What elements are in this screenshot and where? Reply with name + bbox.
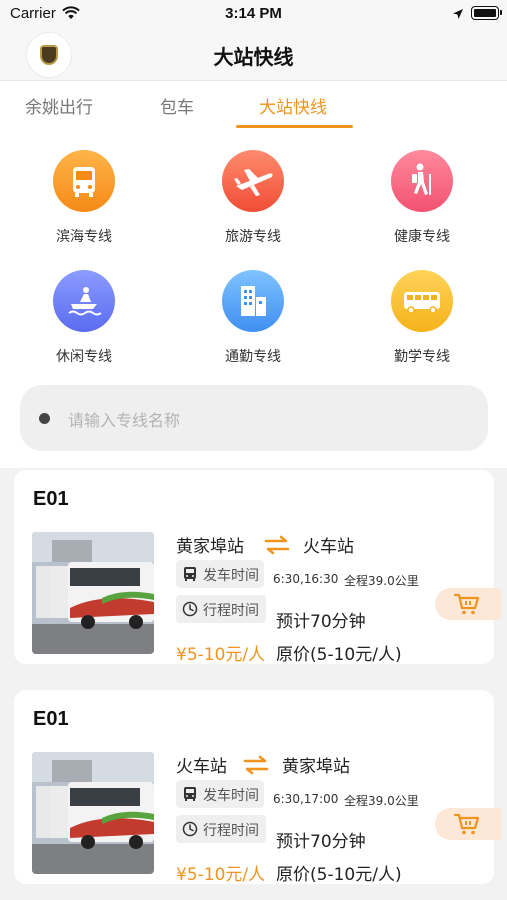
- departure-times: 6:30,16:30: [273, 572, 339, 586]
- tab-charter[interactable]: 包车: [160, 93, 194, 118]
- tab-bar: 余姚出行 包车 大站快线: [0, 81, 507, 128]
- add-to-cart-button[interactable]: [435, 808, 501, 840]
- price: ¥5-10元/人: [176, 865, 266, 885]
- category-label: 滨海专线: [56, 229, 112, 245]
- tab-yuyao-travel[interactable]: 余姚出行: [25, 93, 93, 118]
- category-study[interactable]: 勤学专线: [362, 270, 482, 366]
- battery-icon: [471, 6, 502, 20]
- clock: 3:14 PM: [225, 5, 282, 22]
- departure-station: 火车站: [176, 757, 227, 777]
- building-icon: [222, 270, 284, 332]
- location-arrow-icon: [453, 9, 463, 19]
- depart-time-label: 发车时间: [203, 568, 259, 584]
- route-distance: 全程39.0公里: [344, 574, 419, 588]
- category-label: 休闲专线: [56, 349, 112, 365]
- depart-time-tag: 发车时间: [176, 560, 264, 588]
- jet-ski-icon: [53, 270, 115, 332]
- bus-small-icon: [184, 787, 196, 801]
- search-input[interactable]: 请输入专线名称: [68, 407, 180, 431]
- search-bar[interactable]: 请输入专线名称: [20, 385, 488, 451]
- cart-icon: [454, 813, 480, 835]
- price: ¥5-10元/人: [176, 645, 266, 665]
- departure-times: 6:30,17:00: [273, 792, 339, 806]
- depart-time-tag: 发车时间: [176, 780, 264, 808]
- airplane-icon: [222, 150, 284, 212]
- original-price: 原价(5-10元/人): [276, 645, 402, 665]
- category-label: 勤学专线: [394, 349, 450, 365]
- page-title: 大站快线: [213, 45, 294, 69]
- original-price: 原价(5-10元/人): [276, 865, 402, 885]
- category-label: 通勤专线: [225, 349, 281, 365]
- cart-icon: [454, 593, 480, 615]
- arrival-station: 火车站: [303, 537, 354, 557]
- search-dot-icon: [39, 413, 50, 424]
- duration-tag: 行程时间: [176, 595, 266, 623]
- arrival-station: 黄家埠站: [282, 757, 350, 777]
- category-section: 滨海专线 旅游专线 健康专线 休闲专线 通勤专线 勤学专线 请输入专线名称: [0, 128, 507, 468]
- clock-icon: [182, 601, 198, 617]
- category-health[interactable]: 健康专线: [362, 150, 482, 246]
- bus-icon: [53, 150, 115, 212]
- category-tourism[interactable]: 旅游专线: [193, 150, 313, 246]
- clock-icon: [182, 821, 198, 837]
- school-bus-icon: [391, 270, 453, 332]
- estimated-duration: 预计70分钟: [276, 832, 366, 852]
- nav-bar: 大站快线: [0, 28, 507, 81]
- hiking-icon: [391, 150, 453, 212]
- status-bar: Carrier 3:14 PM: [0, 0, 507, 28]
- category-commute[interactable]: 通勤专线: [193, 270, 313, 366]
- route-distance: 全程39.0公里: [344, 794, 419, 808]
- route-card[interactable]: E01 火车站 黄家埠站 发车时间 6:30,17:00 全程39.0公里 行程…: [14, 690, 501, 885]
- category-label: 健康专线: [394, 229, 450, 245]
- swap-arrows-icon: [243, 755, 269, 775]
- duration-label: 行程时间: [203, 823, 259, 839]
- bus-small-icon: [184, 567, 196, 581]
- route-code: E01: [33, 708, 69, 730]
- swap-arrows-icon: [264, 535, 290, 555]
- duration-tag: 行程时间: [176, 815, 266, 843]
- add-to-cart-button[interactable]: [435, 588, 501, 620]
- departure-station: 黄家埠站: [176, 537, 244, 557]
- depart-time-label: 发车时间: [203, 788, 259, 804]
- bus-photo: [32, 532, 154, 654]
- route-card[interactable]: E01 黄家埠站 火车站 发车时间 6:30,16:30 全程39.0公里 行程…: [14, 470, 501, 665]
- route-code: E01: [33, 488, 69, 510]
- category-leisure[interactable]: 休闲专线: [24, 270, 144, 366]
- category-binhai[interactable]: 滨海专线: [24, 150, 144, 246]
- duration-label: 行程时间: [203, 603, 259, 619]
- category-label: 旅游专线: [225, 229, 281, 245]
- bus-photo: [32, 752, 154, 874]
- tab-express-line[interactable]: 大站快线: [259, 93, 327, 118]
- estimated-duration: 预计70分钟: [276, 612, 366, 632]
